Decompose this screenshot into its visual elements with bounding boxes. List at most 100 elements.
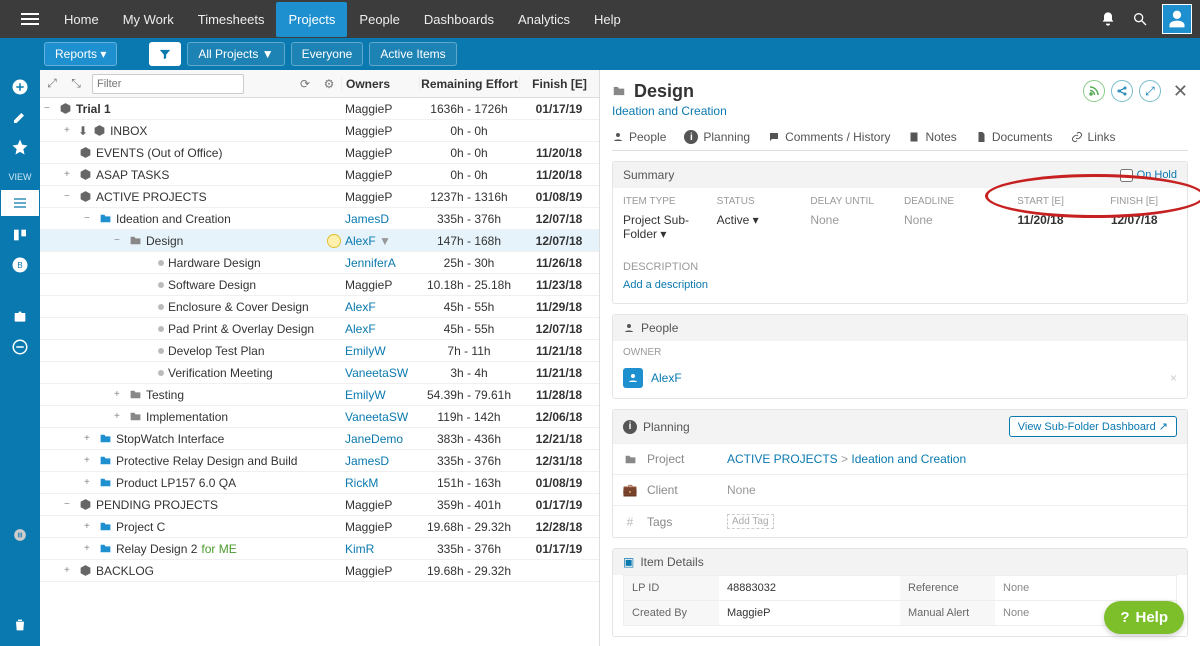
owner-link[interactable]: JaneDemo — [345, 432, 403, 446]
item-type-select[interactable]: Project Sub-Folder ▾ — [623, 213, 709, 241]
owner-link[interactable]: RickM — [345, 476, 378, 490]
nav-home[interactable]: Home — [52, 2, 111, 37]
tree-row[interactable]: Hardware DesignJenniferA25h - 30h11/26/1… — [40, 252, 599, 274]
tree-row[interactable]: +Project CMaggieP19.68h - 29.32h12/28/18 — [40, 516, 599, 538]
expand-icon[interactable]: ⤢ — [40, 72, 64, 96]
toggle-icon[interactable]: − — [44, 103, 54, 114]
tree-row[interactable]: Pad Print & Overlay DesignAlexF45h - 55h… — [40, 318, 599, 340]
onhold-toggle[interactable]: On Hold — [1120, 169, 1177, 182]
tree-row[interactable]: −Trial 1MaggieP1636h - 1726h01/17/19 — [40, 98, 599, 120]
tree-row[interactable]: EVENTS (Out of Office)MaggieP0h - 0h11/2… — [40, 142, 599, 164]
toggle-icon[interactable]: + — [114, 389, 124, 400]
toggle-icon[interactable]: + — [84, 455, 94, 466]
owner-link[interactable]: VaneetaSW — [345, 366, 408, 380]
pause-icon[interactable] — [9, 524, 31, 546]
remove-icon[interactable] — [9, 336, 31, 358]
tree-row[interactable]: +⬇INBOXMaggieP0h - 0h — [40, 120, 599, 142]
tree-row[interactable]: +Protective Relay Design and BuildJamesD… — [40, 450, 599, 472]
tree-row[interactable]: +StopWatch InterfaceJaneDemo383h - 436h1… — [40, 428, 599, 450]
board-view-icon[interactable] — [9, 224, 31, 246]
nav-analytics[interactable]: Analytics — [506, 2, 582, 37]
tab-documents[interactable]: Documents — [975, 130, 1053, 144]
tree-row[interactable]: −ACTIVE PROJECTSMaggieP1237h - 1316h01/0… — [40, 186, 599, 208]
tab-comments[interactable]: Comments / History — [768, 130, 890, 144]
nav-mywork[interactable]: My Work — [111, 2, 186, 37]
tab-planning[interactable]: iPlanning — [684, 130, 750, 144]
tree-row[interactable]: +Product LP157 6.0 QARickM151h - 163h01/… — [40, 472, 599, 494]
breadcrumb[interactable]: Ideation and Creation — [612, 104, 1188, 118]
tree-row[interactable]: +ImplementationVaneetaSW119h - 142h12/06… — [40, 406, 599, 428]
tree-row[interactable]: Software DesignMaggieP10.18h - 25.18h11/… — [40, 274, 599, 296]
toggle-icon[interactable]: + — [84, 433, 94, 444]
owner-link[interactable]: VaneetaSW — [345, 410, 408, 424]
toggle-icon[interactable]: + — [114, 411, 124, 422]
share-icon[interactable] — [1111, 80, 1133, 102]
reports-dropdown[interactable]: Reports ▾ — [44, 42, 117, 66]
all-projects-filter[interactable]: All Projects ▼ — [187, 42, 284, 66]
nav-timesheets[interactable]: Timesheets — [186, 2, 277, 37]
collapse-icon[interactable]: ⤡ — [64, 72, 88, 96]
effort-header[interactable]: Remaining Effort — [419, 77, 519, 91]
refresh-icon[interactable]: ⟳ — [293, 72, 317, 96]
owner-link[interactable]: AlexF — [345, 322, 376, 336]
filter-icon[interactable] — [149, 42, 181, 66]
owner-link[interactable]: AlexF — [345, 300, 376, 314]
everyone-filter[interactable]: Everyone — [291, 42, 364, 66]
owner-link[interactable]: KimR — [345, 542, 374, 556]
toggle-icon[interactable]: − — [114, 235, 124, 246]
add-description-link[interactable]: Add a description — [623, 279, 1177, 291]
finish-header[interactable]: Finish [E] — [519, 77, 599, 91]
toggle-icon[interactable]: + — [84, 543, 94, 554]
trash-icon[interactable] — [9, 614, 31, 636]
rss-icon[interactable] — [1083, 80, 1105, 102]
owner-link[interactable]: EmilyW — [345, 344, 386, 358]
owners-header[interactable]: Owners — [341, 77, 419, 91]
owner-link[interactable]: AlexF — [345, 234, 376, 248]
toggle-icon[interactable]: + — [64, 125, 74, 136]
tab-links[interactable]: Links — [1071, 130, 1116, 144]
owner-link[interactable]: JenniferA — [345, 256, 396, 270]
toggle-icon[interactable]: − — [64, 191, 74, 202]
toggle-icon[interactable]: + — [84, 477, 94, 488]
project-path-1[interactable]: ACTIVE PROJECTS — [727, 452, 838, 466]
app-logo-icon[interactable] — [18, 7, 42, 31]
filter-input[interactable] — [92, 74, 244, 94]
toggle-icon[interactable]: − — [64, 499, 74, 510]
remove-owner-icon[interactable]: × — [1170, 371, 1177, 385]
owner-link[interactable]: JamesD — [345, 454, 389, 468]
nav-dashboards[interactable]: Dashboards — [412, 2, 506, 37]
owner-link[interactable]: EmilyW — [345, 388, 386, 402]
toggle-icon[interactable]: + — [64, 565, 74, 576]
edit-icon[interactable] — [9, 106, 31, 128]
gear-icon[interactable]: ⚙ — [317, 72, 341, 96]
owner-link[interactable]: JamesD — [345, 212, 389, 226]
tree-row[interactable]: +ASAP TASKSMaggieP0h - 0h11/20/18 — [40, 164, 599, 186]
project-path-2[interactable]: Ideation and Creation — [851, 452, 966, 466]
baseline-icon[interactable]: B — [9, 254, 31, 276]
toggle-icon[interactable]: + — [84, 521, 94, 532]
nav-people[interactable]: People — [347, 2, 411, 37]
user-avatar[interactable] — [1162, 4, 1192, 34]
tree-row[interactable]: −PENDING PROJECTSMaggieP359h - 401h01/17… — [40, 494, 599, 516]
tree-row[interactable]: −Ideation and CreationJamesD335h - 376h1… — [40, 208, 599, 230]
active-items-filter[interactable]: Active Items — [369, 42, 456, 66]
search-icon[interactable] — [1124, 3, 1156, 35]
owner-name[interactable]: AlexF — [651, 371, 682, 385]
add-tag-input[interactable]: Add Tag — [727, 514, 774, 529]
add-icon[interactable] — [9, 76, 31, 98]
bell-icon[interactable] — [1092, 3, 1124, 35]
help-button[interactable]: ? Help — [1104, 601, 1184, 634]
tree-row[interactable]: Enclosure & Cover DesignAlexF45h - 55h11… — [40, 296, 599, 318]
toggle-icon[interactable]: + — [64, 169, 74, 180]
nav-help[interactable]: Help — [582, 2, 633, 37]
tree-row[interactable]: +Relay Design 2 for MEKimR335h - 376h01/… — [40, 538, 599, 560]
tree-row[interactable]: +TestingEmilyW54.39h - 79.61h11/28/18 — [40, 384, 599, 406]
briefcase-icon[interactable] — [9, 306, 31, 328]
tree-row[interactable]: −DesignAlexF ▼147h - 168h12/07/18 — [40, 230, 599, 252]
tree-row[interactable]: Verification MeetingVaneetaSW3h - 4h11/2… — [40, 362, 599, 384]
toggle-icon[interactable]: − — [84, 213, 94, 224]
status-select[interactable]: Active ▾ — [717, 213, 803, 227]
list-view-icon[interactable] — [1, 190, 39, 216]
nav-projects[interactable]: Projects — [276, 2, 347, 37]
close-icon[interactable]: ✕ — [1173, 81, 1188, 102]
